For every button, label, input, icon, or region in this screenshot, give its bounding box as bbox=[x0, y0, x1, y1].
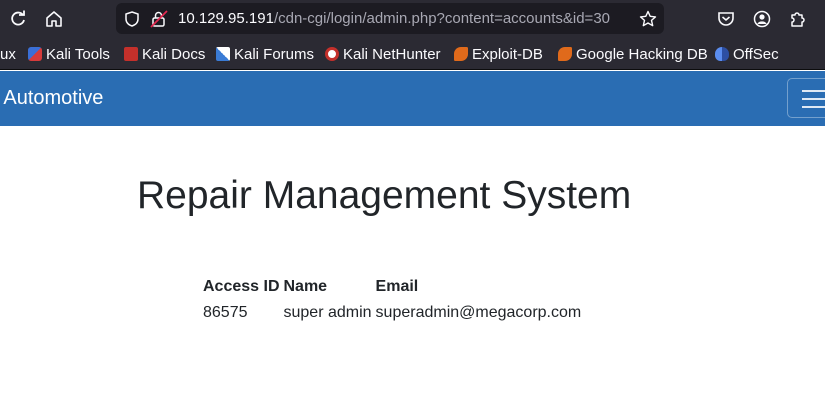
kali-forums-icon bbox=[216, 47, 230, 61]
hamburger-icon bbox=[802, 90, 825, 92]
cell-email: superadmin@megacorp.com bbox=[375, 304, 582, 321]
bookmark-label: Kali Tools bbox=[46, 45, 110, 63]
reload-icon bbox=[11, 10, 25, 26]
extensions-button[interactable] bbox=[785, 6, 811, 32]
url-path: /cdn-cgi/login/admin.php?content=account… bbox=[273, 10, 611, 27]
home-icon bbox=[46, 11, 62, 27]
bookmark-offsec[interactable]: OffSec bbox=[715, 45, 779, 63]
insecure-lock-icon bbox=[150, 10, 168, 28]
bookmark-kali-docs[interactable]: Kali Docs bbox=[124, 45, 205, 63]
kali-docs-icon bbox=[124, 47, 138, 61]
offsec-icon bbox=[715, 47, 729, 61]
exploit-db-icon bbox=[454, 47, 468, 61]
bookmark-exploit-db[interactable]: Exploit-DB bbox=[454, 45, 543, 63]
home-button[interactable] bbox=[41, 6, 67, 32]
bookmark-label: Kali Docs bbox=[142, 45, 206, 63]
pocket-icon bbox=[718, 12, 734, 26]
cell-access-id: 86575 bbox=[203, 304, 248, 321]
bookmarks-bar: ux Kali Tools Kali Docs Kali Forums Kali… bbox=[0, 37, 825, 70]
accounts-table: Access ID Name Email 86575 super admin s… bbox=[201, 274, 583, 326]
navbar-toggler-button[interactable] bbox=[787, 78, 825, 118]
site-navbar: orp Automotive bbox=[0, 71, 825, 126]
bookmark-label: Google Hacking DB bbox=[576, 45, 708, 63]
bookmark-google-hacking-db[interactable]: Google Hacking DB bbox=[558, 45, 708, 63]
pocket-button[interactable] bbox=[713, 6, 739, 32]
bookmark-linux[interactable]: ux bbox=[0, 45, 16, 63]
url-bar[interactable]: 10.129.95.191/cdn-cgi/login/admin.php?co… bbox=[116, 3, 664, 34]
kali-nethunter-icon bbox=[325, 47, 339, 61]
bookmark-label: Exploit-DB bbox=[472, 45, 543, 63]
navbar-brand[interactable]: orp Automotive bbox=[0, 87, 103, 110]
url-text: 10.129.95.191/cdn-cgi/login/admin.php?co… bbox=[178, 10, 610, 27]
reload-button[interactable] bbox=[5, 6, 31, 32]
url-host: 10.129.95.191 bbox=[178, 10, 274, 27]
column-header-email: Email bbox=[375, 278, 419, 295]
hamburger-icon bbox=[802, 106, 825, 108]
hamburger-icon bbox=[802, 98, 825, 100]
bookmark-kali-tools[interactable]: Kali Tools bbox=[28, 45, 110, 63]
bookmark-kali-forums[interactable]: Kali Forums bbox=[216, 45, 314, 63]
bookmark-kali-nethunter[interactable]: Kali NetHunter bbox=[325, 45, 441, 63]
bookmark-star-icon[interactable] bbox=[639, 10, 657, 28]
browser-toolbar: 10.129.95.191/cdn-cgi/login/admin.php?co… bbox=[0, 0, 825, 37]
table-row: 86575 super admin superadmin@megacorp.co… bbox=[201, 300, 583, 326]
column-header-access-id: Access ID bbox=[203, 278, 280, 295]
ghdb-icon bbox=[558, 47, 572, 61]
shield-icon bbox=[125, 11, 139, 27]
bookmark-label: ux bbox=[0, 45, 16, 63]
puzzle-icon bbox=[791, 12, 805, 27]
cell-name: super admin bbox=[283, 304, 372, 321]
account-button[interactable] bbox=[749, 6, 775, 32]
table-header-row: Access ID Name Email bbox=[201, 274, 583, 300]
bookmark-label: Kali Forums bbox=[234, 45, 315, 63]
account-icon bbox=[753, 10, 771, 28]
column-header-name: Name bbox=[283, 278, 328, 295]
kali-tools-icon bbox=[28, 47, 42, 61]
bookmark-label: Kali NetHunter bbox=[343, 45, 441, 63]
bookmark-label: OffSec bbox=[733, 45, 779, 63]
page-title: Repair Management System bbox=[137, 174, 632, 217]
